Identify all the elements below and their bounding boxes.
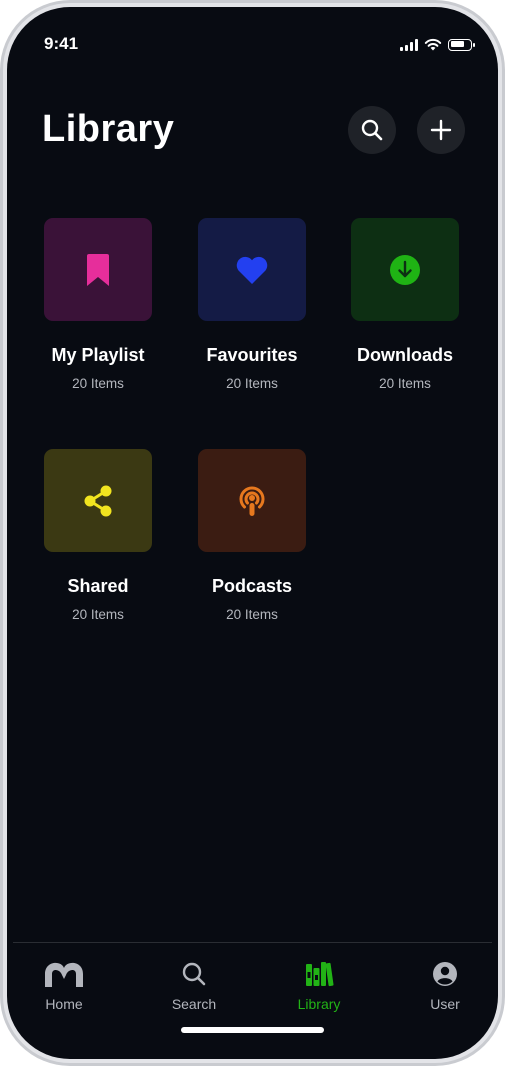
tile-count: 20 Items: [72, 607, 124, 622]
tab-label: User: [430, 996, 460, 1012]
tile-icon-box: [44, 449, 152, 552]
add-button[interactable]: [417, 106, 465, 154]
tile-name: Shared: [67, 576, 129, 596]
bookmark-icon: [87, 253, 109, 286]
tile-my-playlist[interactable]: My Playlist 20 Items: [28, 218, 168, 391]
home-logo-icon: [45, 962, 83, 987]
tab-label: Library: [297, 996, 341, 1012]
battery-icon: [448, 38, 475, 51]
search-icon: [182, 962, 206, 986]
user-icon: [433, 962, 457, 986]
tab-search[interactable]: Search: [149, 957, 239, 1012]
phone-bezel: 9:41 Library My Playlist 20 Items Favour…: [3, 3, 502, 1063]
status-time: 9:41: [44, 34, 79, 53]
home-indicator[interactable]: [181, 1027, 324, 1033]
tile-icon-box: [198, 449, 306, 552]
battery-level: [450, 41, 464, 47]
tab-library[interactable]: Library: [274, 957, 364, 1012]
tile-count: 20 Items: [226, 607, 278, 622]
plus-icon: [430, 119, 452, 141]
page-title: Library: [42, 108, 175, 150]
tile-icon-box: [351, 218, 459, 321]
tile-name: Podcasts: [211, 576, 293, 596]
tile-count: 20 Items: [72, 376, 124, 391]
tile-name: My Playlist: [51, 345, 145, 365]
tile-icon-box: [198, 218, 306, 321]
phone-frame: 9:41 Library My Playlist 20 Items Favour…: [0, 0, 505, 1066]
status-icons: [400, 38, 475, 51]
tile-count: 20 Items: [226, 376, 278, 391]
tile-name: Favourites: [206, 345, 298, 365]
share-icon: [84, 485, 112, 516]
search-icon: [361, 119, 383, 141]
tile-shared[interactable]: Shared 20 Items: [28, 449, 168, 622]
tab-home[interactable]: Home: [19, 957, 109, 1012]
tab-label: Home: [45, 996, 83, 1012]
tab-label: Search: [171, 996, 217, 1012]
tile-name: Downloads: [356, 345, 453, 365]
download-icon: [390, 254, 420, 285]
library-icon: [306, 962, 334, 987]
tile-count: 20 Items: [379, 376, 431, 391]
tab-user[interactable]: User: [400, 957, 490, 1012]
tile-podcasts[interactable]: Podcasts 20 Items: [182, 449, 322, 622]
screen: 9:41 Library My Playlist 20 Items Favour…: [7, 7, 498, 1059]
cellular-signal-icon: [400, 38, 418, 51]
wifi-icon: [424, 38, 442, 51]
search-button[interactable]: [348, 106, 396, 154]
heart-icon: [236, 256, 268, 284]
tile-favourites[interactable]: Favourites 20 Items: [182, 218, 322, 391]
podcast-icon: [239, 485, 265, 516]
tab-bar-divider: [13, 942, 492, 943]
tile-downloads[interactable]: Downloads 20 Items: [335, 218, 475, 391]
tile-icon-box: [44, 218, 152, 321]
